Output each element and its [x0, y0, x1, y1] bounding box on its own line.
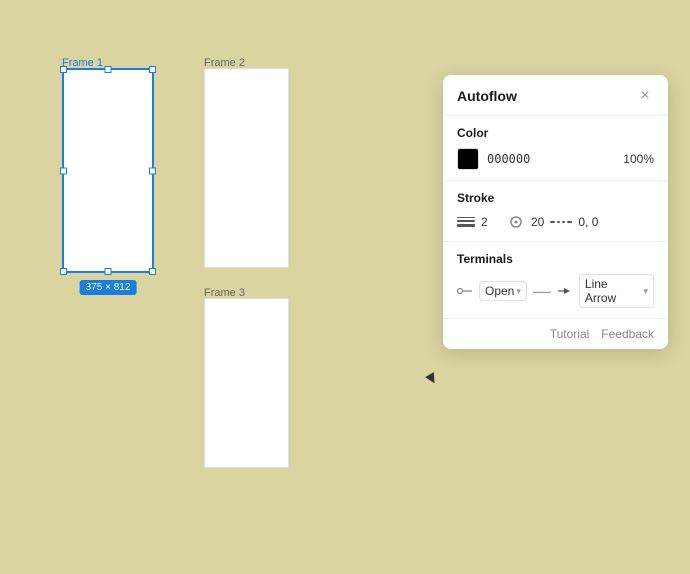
color-section: Color 000000 100% [443, 116, 668, 181]
frame3-box[interactable] [204, 298, 289, 468]
handle-bl[interactable] [60, 268, 67, 275]
start-terminal-label: Open [485, 284, 514, 298]
stroke-section: Stroke 2 20 [443, 181, 668, 242]
terminals-section-label: Terminals [457, 252, 654, 266]
stroke-radius-icon [507, 213, 525, 231]
handle-mr[interactable] [149, 167, 156, 174]
canvas: Frame 1 375 × 812 Frame 2 Frame 3 Autofl… [0, 0, 690, 574]
panel-header: Autoflow × [443, 75, 668, 116]
end-terminal-dropdown[interactable]: Line Arrow ▾ [579, 274, 654, 308]
panel-title: Autoflow [457, 88, 517, 104]
color-hex: 000000 [487, 152, 530, 166]
stroke-dash-icon [550, 221, 572, 223]
size-badge: 375 × 812 [80, 280, 137, 295]
frame1-box[interactable]: 375 × 812 [62, 68, 154, 273]
tutorial-link[interactable]: Tutorial [550, 327, 590, 341]
color-row: 000000 100% [457, 148, 654, 170]
handle-bm[interactable] [105, 268, 112, 275]
close-button[interactable]: × [636, 87, 654, 105]
stroke-dash-values: 0, 0 [578, 215, 598, 229]
stroke-radius-value: 20 [531, 215, 544, 229]
color-section-label: Color [457, 126, 654, 140]
start-terminal-icon [457, 286, 473, 296]
stroke-weight-icon [457, 217, 475, 227]
start-terminal-chevron: ▾ [516, 286, 521, 297]
handle-tm[interactable] [105, 66, 112, 73]
stroke-section-label: Stroke [457, 191, 654, 205]
handle-tr[interactable] [149, 66, 156, 73]
color-opacity: 100% [623, 152, 654, 166]
terminals-row: Open ▾ — Line Arrow ▾ [457, 274, 654, 308]
terminals-section: Terminals Open ▾ — [443, 242, 668, 319]
end-terminal-label: Line Arrow [585, 277, 642, 305]
panel-footer: Tutorial Feedback [443, 319, 668, 349]
autoflow-panel: Autoflow × Color 000000 100% Stroke [443, 75, 668, 349]
stroke-width-value: 2 [481, 215, 501, 229]
terminal-separator: — [533, 281, 551, 302]
start-terminal-dropdown[interactable]: Open ▾ [479, 281, 527, 301]
frame2-box[interactable] [204, 68, 289, 268]
color-swatch[interactable] [457, 148, 479, 170]
handle-br[interactable] [149, 268, 156, 275]
feedback-link[interactable]: Feedback [601, 327, 654, 341]
end-terminal-chevron: ▾ [643, 286, 648, 297]
handle-ml[interactable] [60, 167, 67, 174]
handle-tl[interactable] [60, 66, 67, 73]
stroke-controls: 2 20 0, 0 [457, 213, 654, 231]
end-terminal-icon [557, 286, 573, 296]
